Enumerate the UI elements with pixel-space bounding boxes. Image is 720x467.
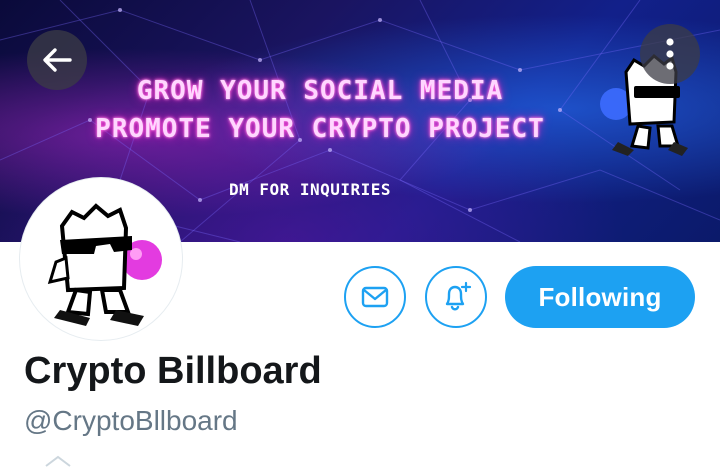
bell-plus-icon: [445, 281, 472, 311]
arrow-left-icon: [43, 48, 72, 72]
back-button[interactable]: [27, 30, 87, 90]
profile-avatar[interactable]: [20, 178, 182, 340]
more-options-button[interactable]: [640, 24, 700, 84]
avatar-mascot-image: [47, 203, 162, 326]
banner-headline-line1: GROW YOUR SOCIAL MEDIA: [136, 76, 504, 106]
notifications-button[interactable]: [425, 266, 487, 328]
message-button[interactable]: [344, 266, 406, 328]
profile-name: Crypto Billboard: [24, 350, 322, 392]
chevron-up-icon: [45, 455, 71, 467]
envelope-icon: [361, 286, 389, 308]
banner-headline-line2: PROMOTE YOUR CRYPTO PROJECT: [95, 114, 545, 144]
more-vertical-icon: [666, 38, 674, 70]
following-button[interactable]: Following: [505, 266, 695, 328]
profile-handle: @CryptoBllboard: [24, 405, 238, 436]
